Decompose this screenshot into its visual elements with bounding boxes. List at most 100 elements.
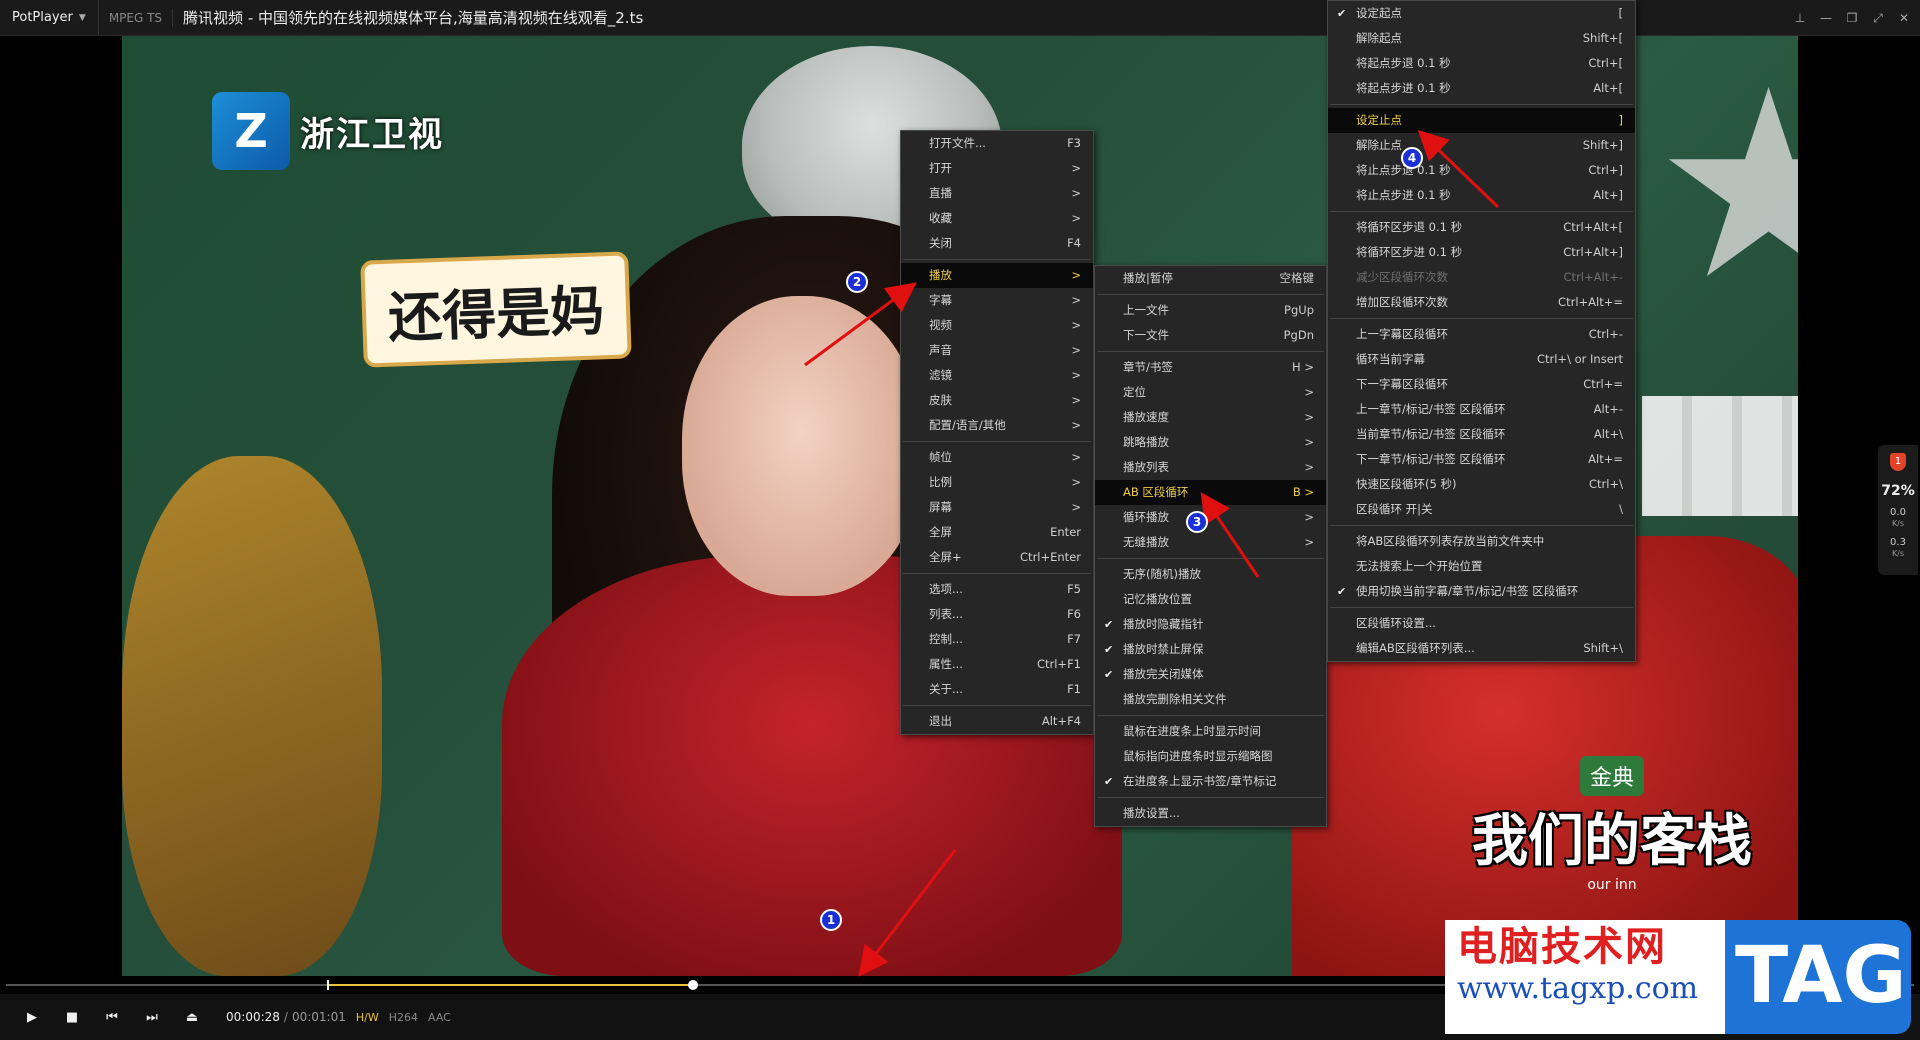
ab-menu-item-0[interactable]: ✔ 设定起点 [ xyxy=(1328,1,1635,26)
show-brand: 金典 xyxy=(1579,756,1644,796)
play-menu-item-8[interactable]: 跳略播放 > xyxy=(1095,430,1326,455)
next-icon[interactable]: ⏭ xyxy=(132,997,172,1037)
play-menu-item-5[interactable]: 章节/书签 H > xyxy=(1095,355,1326,380)
main-menu-item-7[interactable]: 字幕 > xyxy=(901,288,1093,313)
ab-menu-item-29[interactable]: 编辑AB区段循环列表... Shift+\ xyxy=(1328,636,1635,661)
ab-menu-item-13[interactable]: 增加区段循环次数 Ctrl+Alt+= xyxy=(1328,290,1635,315)
ab-menu-item-15[interactable]: 上一字幕区段循环 Ctrl+- xyxy=(1328,322,1635,347)
maximize-icon[interactable]: ⤢ xyxy=(1870,11,1886,26)
menu-item-label: 上一章节/标记/书签 区段循环 xyxy=(1356,402,1506,416)
ab-menu-item-19[interactable]: 当前章节/标记/书签 区段循环 Alt+\ xyxy=(1328,422,1635,447)
play-menu-item-17[interactable]: ✔ 播放时禁止屏保 xyxy=(1095,637,1326,662)
minimize-icon[interactable]: — xyxy=(1818,11,1834,25)
ab-menu-item-7[interactable]: 将止点步退 0.1 秒 Ctrl+] xyxy=(1328,158,1635,183)
menu-item-label: 增加区段循环次数 xyxy=(1356,295,1448,309)
play-icon[interactable]: ▶ xyxy=(12,997,52,1037)
main-menu-item-17[interactable]: 全屏 Enter xyxy=(901,520,1093,545)
ab-menu-item-17[interactable]: 下一字幕区段循环 Ctrl+= xyxy=(1328,372,1635,397)
main-menu-item-22[interactable]: 控制... F7 xyxy=(901,627,1093,652)
ab-menu-item-22[interactable]: 区段循环 开|关 \ xyxy=(1328,497,1635,522)
ab-menu-item-16[interactable]: 循环当前字幕 Ctrl+\ or Insert xyxy=(1328,347,1635,372)
menu-item-label: 无法搜索上一个开始位置 xyxy=(1356,559,1483,573)
play-menu-item-2[interactable]: 上一文件 PgUp xyxy=(1095,298,1326,323)
play-menu-item-3[interactable]: 下一文件 PgDn xyxy=(1095,323,1326,348)
seek-thumb[interactable] xyxy=(687,980,698,990)
menu-item-label: 声音 xyxy=(929,343,952,357)
play-menu-item-18[interactable]: ✔ 播放完关闭媒体 xyxy=(1095,662,1326,687)
main-menu-item-3[interactable]: 收藏 > xyxy=(901,206,1093,231)
ab-menu-item-10[interactable]: 将循环区步退 0.1 秒 Ctrl+Alt+[ xyxy=(1328,215,1635,240)
main-menu-item-18[interactable]: 全屏+ Ctrl+Enter xyxy=(901,545,1093,570)
main-menu-item-9[interactable]: 声音 > xyxy=(901,338,1093,363)
stop-icon[interactable]: ■ xyxy=(52,997,92,1037)
play-menu-item-16[interactable]: ✔ 播放时隐藏指针 xyxy=(1095,612,1326,637)
main-menu-item-23[interactable]: 属性... Ctrl+F1 xyxy=(901,652,1093,677)
ab-menu-item-20[interactable]: 下一章节/标记/书签 区段循环 Alt+= xyxy=(1328,447,1635,472)
main-menu-item-1[interactable]: 打开 > xyxy=(901,156,1093,181)
ab-menu-item-21[interactable]: 快速区段循环(5 秒) Ctrl+\ xyxy=(1328,472,1635,497)
main-menu-item-15[interactable]: 比例 > xyxy=(901,470,1093,495)
main-menu-item-16[interactable]: 屏幕 > xyxy=(901,495,1093,520)
main-menu-item-12[interactable]: 配置/语言/其他 > xyxy=(901,413,1093,438)
hw-decode-badge[interactable]: H/W xyxy=(356,1011,379,1024)
menu-item-shortcut: Alt+- xyxy=(1593,402,1623,416)
play-menu-item-25[interactable]: 播放设置... xyxy=(1095,801,1326,826)
menu-item-label: AB 区段循环 xyxy=(1123,485,1189,499)
play-menu-item-23[interactable]: ✔ 在进度条上显示书签/章节标记 xyxy=(1095,769,1326,794)
main-menu-item-4[interactable]: 关闭 F4 xyxy=(901,231,1093,256)
play-menu-item-0[interactable]: 播放|暂停 空格键 xyxy=(1095,266,1326,291)
app-menu-button[interactable]: PotPlayer ▼ xyxy=(0,0,99,35)
menu-item-shortcut: Ctrl+Enter xyxy=(1020,550,1081,564)
play-menu-item-10[interactable]: AB 区段循环 B > xyxy=(1095,480,1326,505)
ab-menu-item-6[interactable]: 解除止点 Shift+] xyxy=(1328,133,1635,158)
annotation-badge-4: 4 xyxy=(1401,147,1423,169)
main-menu-item-6[interactable]: 播放 > xyxy=(901,263,1093,288)
main-menu-item-8[interactable]: 视频 > xyxy=(901,313,1093,338)
main-menu-item-10[interactable]: 滤镜 > xyxy=(901,363,1093,388)
ab-menu-item-25[interactable]: 无法搜索上一个开始位置 xyxy=(1328,554,1635,579)
play-menu-item-14[interactable]: 无序(随机)播放 xyxy=(1095,562,1326,587)
main-menu-item-20[interactable]: 选项... F5 xyxy=(901,577,1093,602)
play-menu-item-7[interactable]: 播放速度 > xyxy=(1095,405,1326,430)
restore-icon[interactable]: ❐ xyxy=(1844,11,1860,25)
ab-menu-item-5[interactable]: 设定止点] xyxy=(1328,108,1635,133)
annotation-badge-1: 1 xyxy=(820,909,842,931)
ab-menu-item-2[interactable]: 将起点步退 0.1 秒 Ctrl+[ xyxy=(1328,51,1635,76)
play-menu-item-19[interactable]: 播放完删除相关文件 xyxy=(1095,687,1326,712)
play-menu-item-6[interactable]: 定位 > xyxy=(1095,380,1326,405)
menu-item-label: 记忆播放位置 xyxy=(1123,592,1192,606)
network-monitor-widget[interactable]: 1 72% 0.0 K/s 0.3 K/s xyxy=(1878,445,1918,575)
main-menu-item-21[interactable]: 列表... F6 xyxy=(901,602,1093,627)
ab-menu-item-26[interactable]: ✔ 使用切换当前字幕/章节/标记/书签 区段循环 xyxy=(1328,579,1635,604)
menu-item-shortcut: Ctrl+] xyxy=(1588,163,1623,177)
watermark-title: 电脑技术网 xyxy=(1457,924,1667,970)
close-icon[interactable]: ✕ xyxy=(1896,11,1912,25)
play-menu-item-21[interactable]: 鼠标在进度条上时显示时间 xyxy=(1095,719,1326,744)
ab-menu-item-3[interactable]: 将起点步进 0.1 秒 Alt+[ xyxy=(1328,76,1635,101)
main-menu-item-14[interactable]: 帧位 > xyxy=(901,445,1093,470)
ab-menu-item-24[interactable]: 将AB区段循环列表存放当前文件夹中 xyxy=(1328,529,1635,554)
menu-item-shortcut: > xyxy=(1304,510,1314,524)
main-menu-item-11[interactable]: 皮肤 > xyxy=(901,388,1093,413)
main-menu-item-2[interactable]: 直播 > xyxy=(901,181,1093,206)
play-menu-item-22[interactable]: 鼠标指向进度条时显示缩略图 xyxy=(1095,744,1326,769)
menu-item-label: 帧位 xyxy=(929,450,952,464)
main-menu-item-24[interactable]: 关于... F1 xyxy=(901,677,1093,702)
show-name: 我们的客栈 xyxy=(1472,809,1752,874)
play-menu-item-11[interactable]: 循环播放 > xyxy=(1095,505,1326,530)
ab-menu-item-18[interactable]: 上一章节/标记/书签 区段循环 Alt+- xyxy=(1328,397,1635,422)
play-menu-item-12[interactable]: 无缝播放 > xyxy=(1095,530,1326,555)
main-menu-item-26[interactable]: 退出 Alt+F4 xyxy=(901,709,1093,734)
menu-item-label: 使用切换当前字幕/章节/标记/书签 区段循环 xyxy=(1356,584,1579,598)
current-time: 00:00:28 xyxy=(226,1010,280,1024)
ab-menu-item-8[interactable]: 将止点步进 0.1 秒 Alt+] xyxy=(1328,183,1635,208)
ab-menu-item-28[interactable]: 区段循环设置... xyxy=(1328,611,1635,636)
ab-menu-item-1[interactable]: 解除起点 Shift+[ xyxy=(1328,26,1635,51)
previous-icon[interactable]: ⏮ xyxy=(92,997,132,1037)
main-menu-item-0[interactable]: 打开文件... F3 xyxy=(901,131,1093,156)
ab-menu-item-11[interactable]: 将循环区步进 0.1 秒 Ctrl+Alt+] xyxy=(1328,240,1635,265)
eject-icon[interactable]: ⏏ xyxy=(172,997,212,1037)
play-menu-item-9[interactable]: 播放列表 > xyxy=(1095,455,1326,480)
play-menu-item-15[interactable]: 记忆播放位置 xyxy=(1095,587,1326,612)
pin-icon[interactable]: ⊥ xyxy=(1792,11,1808,25)
